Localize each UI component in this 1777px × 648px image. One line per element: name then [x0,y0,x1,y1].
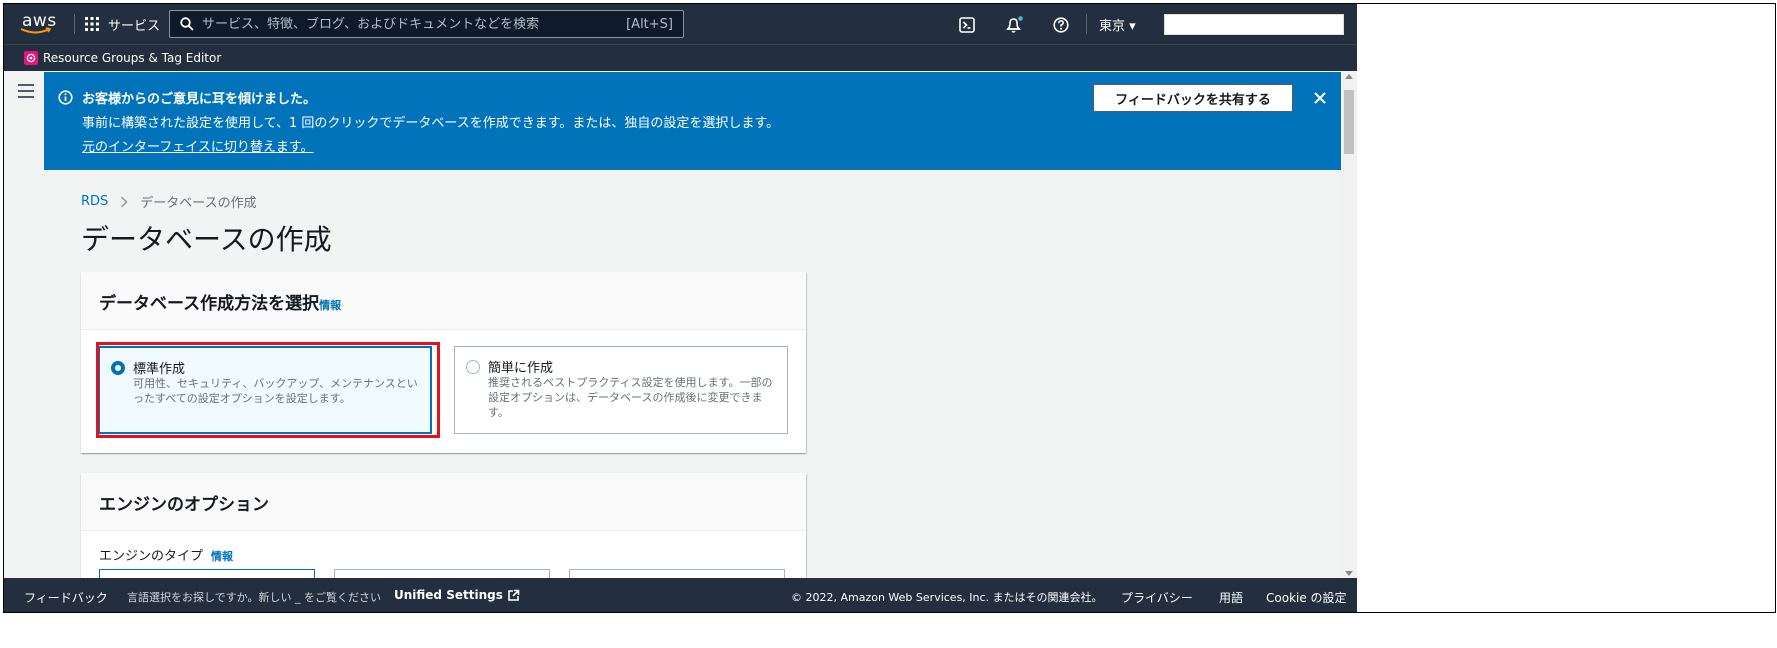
footer-cookie-settings-link[interactable]: Cookie の設定 [1266,589,1347,606]
breadcrumb-current: データベースの作成 [140,196,257,211]
radio-button[interactable] [466,360,480,374]
share-feedback-button[interactable]: フィードバックを共有する [1093,84,1293,112]
scroll-up-arrow-icon[interactable] [1345,74,1353,79]
flash-title: お客様からのご意見に耳を傾けました。 [82,92,317,107]
breadcrumb: RDS データベースの作成 [81,192,257,211]
option-standard-create[interactable]: 標準作成 可用性、セキュリティ、バックアップ、メンテナンスといったすべての設定オ… [98,346,432,434]
flash-banner: お客様からのご意見に耳を傾けました。 事前に構築された設定を使用して、1 回のク… [44,72,1341,170]
bell-icon [1006,16,1023,33]
search-icon [180,17,194,31]
footer-terms-link[interactable]: 用語 [1219,589,1243,606]
chevron-right-icon [121,196,128,207]
screenshot-frame: aws サービス サービス、特徴、ブログ、およびドキュメントなどを検索 [Alt… [3,3,1776,613]
services-label: サービス [108,18,161,34]
aws-console: aws サービス サービス、特徴、ブログ、およびドキュメントなどを検索 [Alt… [4,4,1357,612]
aws-logo[interactable]: aws [20,11,60,37]
radio-button-selected[interactable] [111,361,125,375]
info-icon [58,90,73,105]
favorites-bar: Resource Groups & Tag Editor [4,44,1357,71]
help-button[interactable] [1050,14,1072,36]
flash-message: 事前に構築された設定を使用して、1 回のクリックでデータベースを作成できます。ま… [82,116,780,131]
option-title: 簡単に作成 [488,361,554,376]
search-bar[interactable]: [Alt+S] [169,10,684,38]
cloudshell-button[interactable] [956,14,978,36]
nav-divider [74,14,75,34]
notifications-button[interactable] [1003,14,1025,36]
help-icon [1053,17,1069,33]
page-title: データベースの作成 [81,223,332,256]
panel-title: エンジンのオプション [99,495,269,515]
option-description: 可用性、セキュリティ、バックアップ、メンテナンスといったすべての設定オプションを… [133,377,418,405]
close-icon[interactable] [1310,88,1330,108]
nav-divider [1086,14,1087,34]
info-link[interactable]: 情報 [319,299,341,312]
footer-language-prompt: 言語選択をお探しですか。新しい _ をご覧ください [127,591,381,604]
side-navigation-toggle[interactable] [18,84,34,98]
grid-icon [85,17,99,31]
scrollbar-thumb[interactable] [1344,90,1354,154]
favorite-link-resource-groups[interactable]: Resource Groups & Tag Editor [43,51,221,65]
footer-feedback-link[interactable]: フィードバック [24,589,108,606]
unified-settings-label: Unified Settings [394,588,503,602]
resource-groups-icon [24,51,38,65]
footer-privacy-link[interactable]: プライバシー [1121,589,1193,606]
panel-header: データベース作成方法を選択情報 [81,272,806,330]
top-navigation: aws サービス サービス、特徴、ブログ、およびドキュメントなどを検索 [Alt… [4,4,1357,44]
region-selector[interactable]: 東京 ▾ [1099,15,1136,34]
cloudshell-icon [959,17,975,33]
panel-header: エンジンのオプション [81,473,806,531]
switch-interface-link[interactable]: 元のインターフェイスに切り替えます。 [82,136,314,155]
account-menu[interactable] [1164,14,1344,35]
option-title: 標準作成 [133,362,186,377]
engine-type-label: エンジンのタイプ 情報 [99,545,233,564]
services-menu-button[interactable]: サービス [84,13,160,35]
engine-type-text: エンジンのタイプ [99,549,204,564]
option-easy-create[interactable]: 簡単に作成 推奨されるベストプラクティス設定を使用します。一部の設定オプションは… [454,346,788,434]
console-footer: フィードバック 言語選択をお探しですか。新しい _ をご覧ください Unifie… [4,578,1357,612]
aws-smile-icon [20,27,52,34]
creation-method-panel: データベース作成方法を選択情報 標準作成 可用性、セキュリティ、バックアップ、メ… [81,272,806,453]
unified-settings-link[interactable]: Unified Settings [394,588,520,602]
resource-groups-glyph [26,53,36,63]
search-input[interactable] [202,16,627,32]
panel-title: データベース作成方法を選択 [99,294,320,314]
option-description: 推奨されるベストプラクティス設定を使用します。一部の設定オプションは、データベー… [488,376,773,419]
info-link[interactable]: 情報 [211,550,233,563]
search-shortcut-hint: [Alt+S] [626,16,673,32]
breadcrumb-link-rds[interactable]: RDS [81,194,108,209]
external-link-icon [508,589,520,601]
scroll-down-arrow-icon[interactable] [1345,571,1353,576]
footer-copyright: © 2022, Amazon Web Services, Inc. またはその関… [791,591,1103,604]
vertical-scrollbar[interactable] [1341,72,1357,578]
